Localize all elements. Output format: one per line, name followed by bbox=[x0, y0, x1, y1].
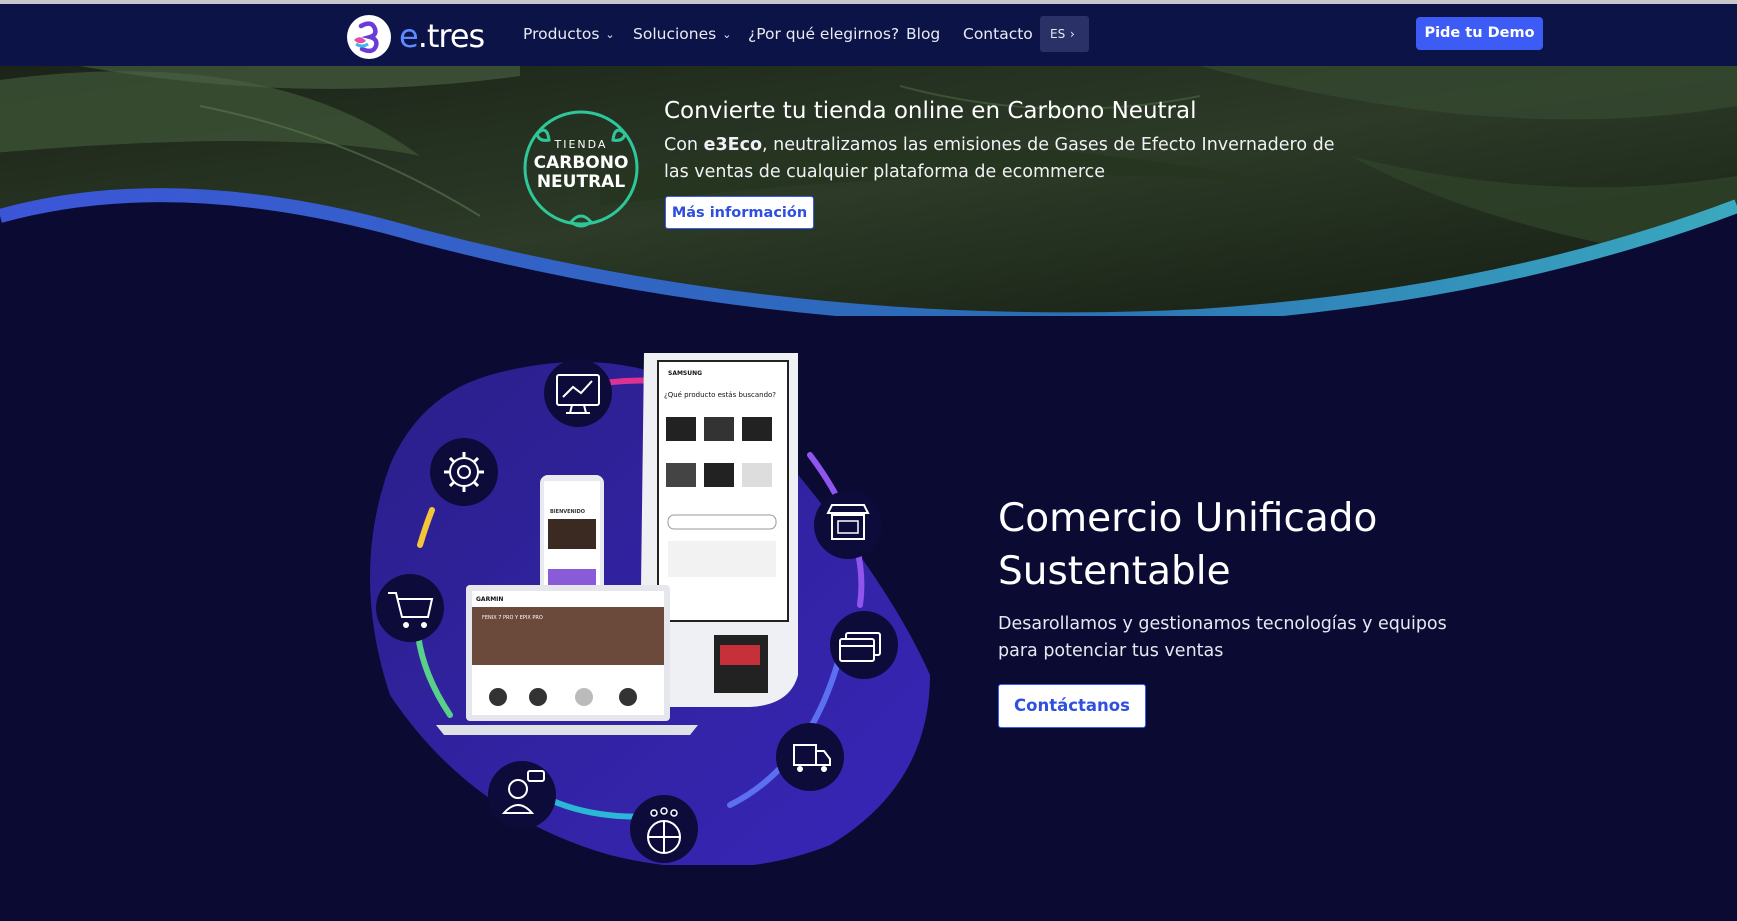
chevron-down-icon: ⌄ bbox=[605, 28, 615, 41]
kiosk-brand: SAMSUNG bbox=[668, 370, 702, 377]
laptop-brand: GARMIN bbox=[476, 596, 503, 603]
hero-title: Comercio Unificado Sustentable bbox=[998, 496, 1378, 594]
logo-wordmark: e.tres bbox=[399, 17, 485, 55]
top-navbar: e.tres Productos ⌄ Soluciones ⌄ ¿Por qué e… bbox=[0, 4, 1737, 66]
more-info-button[interactable]: Más información bbox=[665, 196, 814, 229]
kiosk-question: ¿Qué producto estás buscando? bbox=[664, 391, 776, 399]
storefront-icon bbox=[814, 491, 882, 559]
nav-blog[interactable]: Blog bbox=[906, 24, 940, 44]
nav-soluciones[interactable]: Soluciones ⌄ bbox=[633, 24, 731, 45]
banner-title: Convierte tu tienda online en Carbono Ne… bbox=[664, 98, 1197, 124]
etres-logo[interactable]: e.tres bbox=[346, 14, 485, 60]
phone-banner: BIENVENIDO bbox=[550, 509, 585, 515]
language-selector[interactable]: ES › bbox=[1040, 16, 1089, 52]
credit-card-icon bbox=[830, 611, 898, 679]
laptop-headline: FENIX 7 PRO Y EPIX PRO bbox=[482, 615, 543, 621]
hero-text: Desarollamos y gestionamos tecnologías y… bbox=[998, 614, 1447, 661]
globe-people-icon bbox=[630, 795, 698, 863]
carbon-neutral-badge-icon: TIENDA CARBONO NEUTRAL bbox=[523, 110, 639, 228]
laptop-device: GARMIN FENIX 7 PRO Y EPIX PRO bbox=[436, 585, 698, 735]
nav-contacto[interactable]: Contacto bbox=[963, 24, 1033, 44]
support-agent-icon bbox=[488, 761, 556, 829]
chevron-right-icon: › bbox=[1070, 27, 1075, 41]
monitor-chart-icon bbox=[544, 359, 612, 427]
banner-text: Con e3Eco, neutralizamos las emisiones d… bbox=[664, 135, 1335, 182]
logo-mark-icon bbox=[347, 15, 391, 59]
gear-icon bbox=[430, 438, 498, 506]
shopping-cart-icon bbox=[376, 574, 444, 642]
badge-top-text: TIENDA bbox=[554, 138, 608, 151]
badge-line2: NEUTRAL bbox=[537, 172, 625, 192]
demo-button[interactable]: Pide tu Demo bbox=[1416, 17, 1543, 50]
contact-button[interactable]: Contáctanos bbox=[998, 684, 1146, 728]
badge-line1: CARBONO bbox=[534, 153, 629, 173]
delivery-truck-icon bbox=[776, 723, 844, 791]
unified-commerce-illustration: SAMSUNG ¿Qué producto estás buscando? BI… bbox=[370, 353, 930, 865]
nav-por-que-elegirnos[interactable]: ¿Por qué elegirnos? bbox=[748, 24, 899, 44]
nav-productos[interactable]: Productos ⌄ bbox=[523, 24, 615, 45]
chevron-down-icon: ⌄ bbox=[722, 28, 732, 41]
